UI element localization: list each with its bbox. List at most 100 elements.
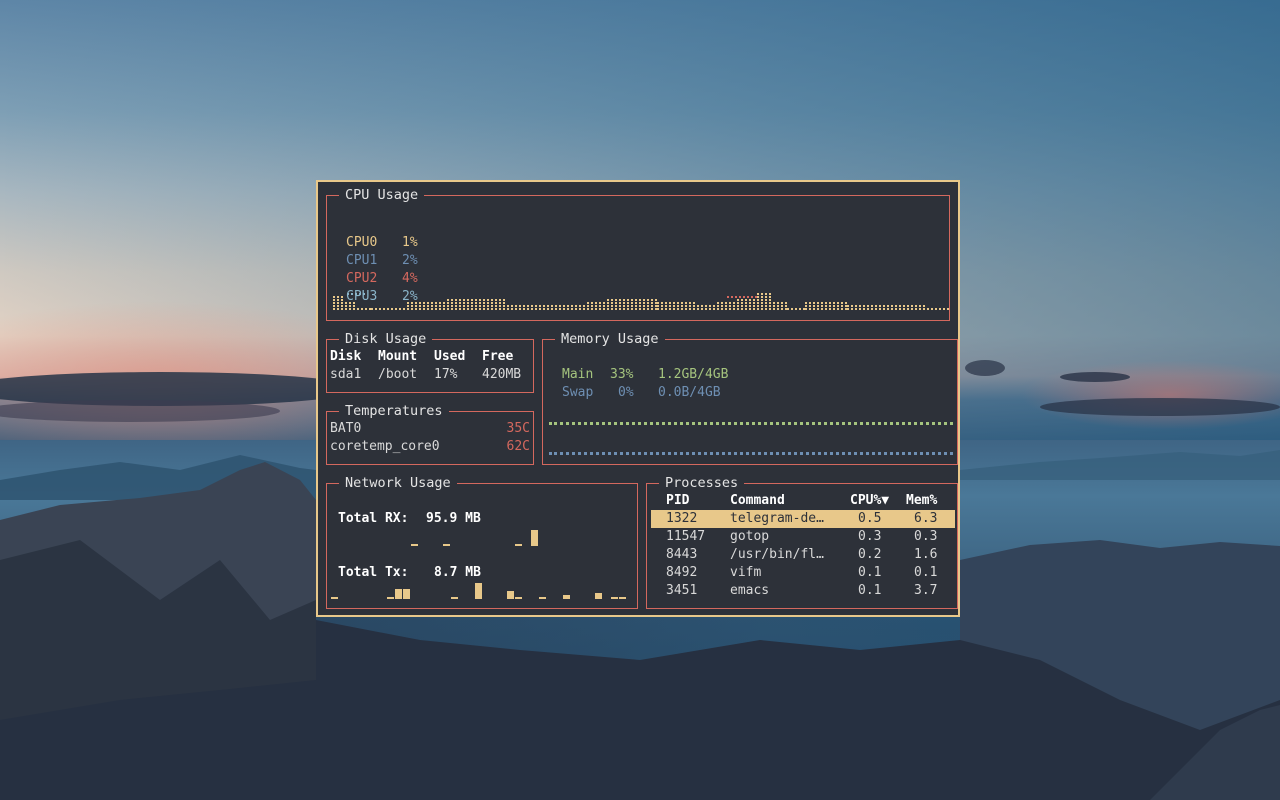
- process-row[interactable]: 8443 /usr/bin/fl… 0.2 1.6: [651, 546, 955, 564]
- cpu-graph-dot: [511, 308, 513, 310]
- cpu-graph-dot: [749, 305, 751, 307]
- process-row[interactable]: 11547 gotop 0.3 0.3: [651, 528, 955, 546]
- cpu-graph-dot: [765, 296, 767, 298]
- cpu-graph-dot: [375, 308, 377, 310]
- temperatures-panel-title: Temperatures: [339, 403, 449, 419]
- cpu-graph-dot: [383, 308, 385, 310]
- disk-cell-used: 17%: [434, 367, 458, 382]
- cpu-graph-dot: [631, 305, 633, 307]
- cpu-graph-dot: [463, 305, 465, 307]
- cpu-graph-dot: [479, 305, 481, 307]
- mem-main-percent: 33%: [610, 367, 634, 382]
- cpu-legend-row-cpu3: CPU3 2%: [346, 288, 418, 306]
- cpu-graph-dot: [459, 305, 461, 307]
- cpu-graph-dot: [915, 308, 917, 310]
- proc-header-cpu[interactable]: CPU%▼: [850, 492, 889, 510]
- network-bar: [443, 544, 450, 546]
- cpu-graph-dot: [483, 299, 485, 301]
- cpu-graph-dot: [365, 308, 367, 310]
- cpu-graph-dot: [745, 308, 747, 310]
- cpu-graph-dot: [595, 305, 597, 307]
- cpu-graph-dot: [805, 305, 807, 307]
- cpu-graph-dot: [635, 305, 637, 307]
- cpu-graph-dot: [713, 305, 715, 307]
- cpu-graph-dot: [665, 302, 667, 304]
- cpu-graph-dot: [635, 308, 637, 310]
- disk-panel-title: Disk Usage: [339, 331, 433, 347]
- cpu-graph-dot: [655, 308, 657, 310]
- cpu-graph-dot: [583, 308, 585, 310]
- disk-header-free[interactable]: Free: [482, 348, 513, 366]
- cpu-graph-dot: [499, 305, 501, 307]
- cpu-graph-dot: [883, 305, 885, 307]
- cpu-graph-dot: [855, 305, 857, 307]
- cpu-graph-dot: [847, 308, 849, 310]
- cpu-graph-dot: [603, 308, 605, 310]
- cpu-graph-dot: [357, 308, 359, 310]
- process-row[interactable]: 8492 vifm 0.1 0.1: [651, 564, 955, 582]
- cpu0-label: CPU0: [346, 235, 378, 250]
- cpu-graph-dot: [583, 305, 585, 307]
- cpu-graph-dot: [923, 308, 925, 310]
- mem-swap-amount: 0.0B/4GB: [658, 385, 721, 400]
- cpu-graph-dot: [821, 308, 823, 310]
- cpu-graph-dot: [463, 302, 465, 304]
- cpu-graph-dot: [761, 296, 763, 298]
- cpu-graph-dot: [845, 308, 847, 310]
- cpu-graph-dot: [599, 305, 601, 307]
- cpu-graph-dot: [749, 308, 751, 310]
- cpu-graph-dot: [769, 305, 771, 307]
- cpu-graph-dot: [919, 305, 921, 307]
- cpu-graph-dot: [805, 302, 807, 304]
- cpu-graph-dot: [535, 305, 537, 307]
- cpu-graph-dot: [427, 302, 429, 304]
- proc-command: emacs: [730, 583, 770, 598]
- cpu-graph-dot: [451, 308, 453, 310]
- proc-header-pid[interactable]: PID: [666, 492, 689, 510]
- cpu-graph-dot: [729, 308, 731, 310]
- cpu-graph-dot: [661, 305, 663, 307]
- cpu-graph-dot: [439, 308, 441, 310]
- disk-header-used[interactable]: Used: [434, 348, 465, 366]
- cpu-graph-dot: [761, 293, 763, 295]
- proc-pid: 8492: [666, 565, 698, 580]
- cpu-graph-dot: [491, 299, 493, 301]
- cpu-graph-dot: [475, 302, 477, 304]
- cpu-graph-dot: [781, 308, 783, 310]
- proc-header-command[interactable]: Command: [730, 492, 785, 510]
- cpu-graph-dot: [879, 308, 881, 310]
- temp-value-core0: 62C: [506, 439, 530, 454]
- cpu-graph-dot: [817, 302, 819, 304]
- cpu-graph-dot: [341, 308, 343, 310]
- mem-main-label: Main: [562, 367, 594, 382]
- disk-cell-name: sda1: [330, 367, 362, 382]
- cpu-graph-dot: [721, 302, 723, 304]
- gotop-terminal-window[interactable]: CPU Usage CPU0 1% CPU1 2% CPU2 4% CPU3 2% Di…: [316, 180, 960, 617]
- cpu-graph-dot: [419, 302, 421, 304]
- cpu-graph-dot: [757, 305, 759, 307]
- cpu-graph-dot: [813, 308, 815, 310]
- disk-header-mount[interactable]: Mount: [378, 348, 417, 366]
- cpu-graph-dot: [423, 305, 425, 307]
- processes-panel-title: Processes: [659, 475, 745, 491]
- process-row[interactable]: 3451 emacs 0.1 3.7: [651, 582, 955, 600]
- cpu-graph-dot: [527, 308, 529, 310]
- cpu-graph-dot: [777, 305, 779, 307]
- cpu-graph-dot: [647, 302, 649, 304]
- cpu-graph-dot: [829, 308, 831, 310]
- cpu-graph-dot: [503, 305, 505, 307]
- disk-header-disk[interactable]: Disk: [330, 348, 361, 366]
- cpu-graph-dot: [487, 308, 489, 310]
- cpu-graph-dot: [333, 302, 335, 304]
- cpu-graph-dot: [803, 308, 805, 310]
- cpu-graph-dot: [751, 296, 753, 298]
- proc-cpu: 0.3: [858, 529, 882, 544]
- cpu-graph-dot: [787, 308, 789, 310]
- process-row-selected[interactable]: 1322 telegram-de… 0.5 6.3: [651, 510, 955, 528]
- proc-header-mem[interactable]: Mem%: [906, 492, 937, 510]
- cpu-graph-dot: [651, 302, 653, 304]
- cpu-graph-dot: [697, 308, 699, 310]
- cpu-legend-row-cpu0: CPU0 1%: [346, 234, 418, 252]
- cpu-graph-dot: [757, 293, 759, 295]
- cpu-graph-dot: [503, 308, 505, 310]
